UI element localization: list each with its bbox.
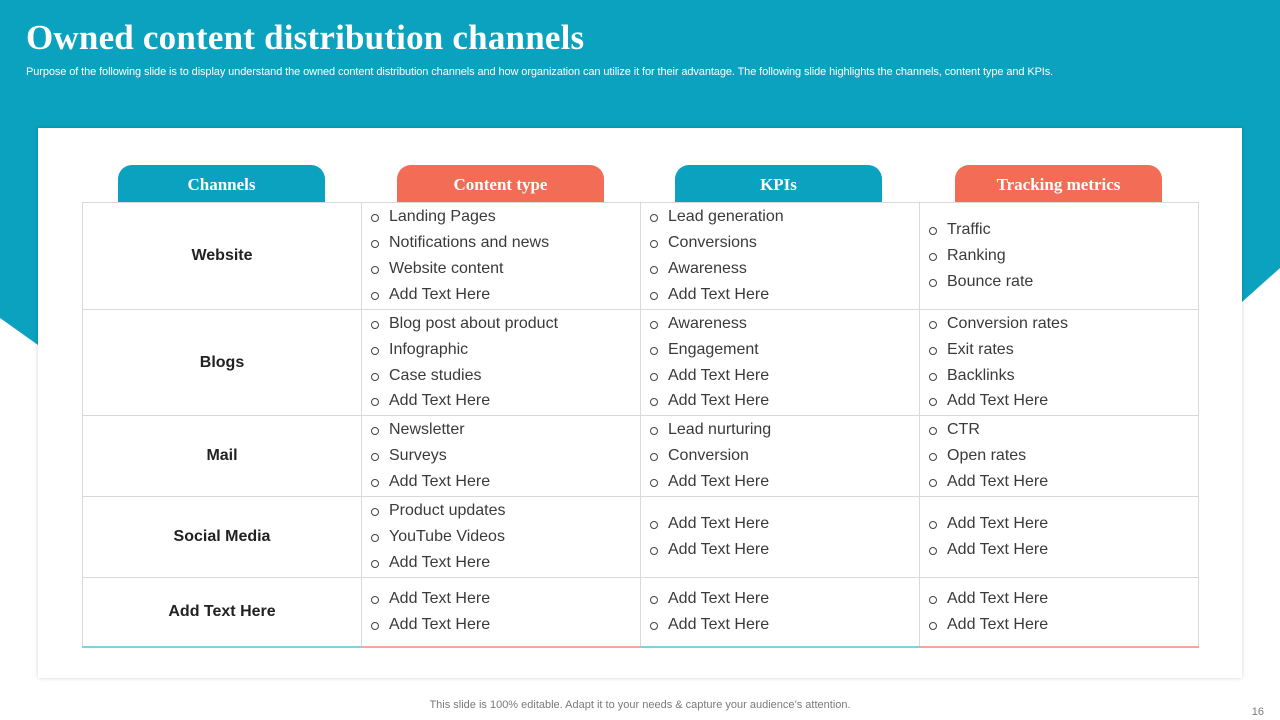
table-row: Add Text Here Add Text Here Add Text Her… [82,577,1199,648]
kpi-cell: Add Text Here Add Text Here [640,577,920,648]
content-cell: Blog post about product Infographic Case… [361,309,641,416]
content-cell: Newsletter Surveys Add Text Here [361,415,641,497]
list-item: Add Text Here [649,612,919,638]
channels-table: Website Landing Pages Notifications and … [82,202,1199,648]
metric-cell: Traffic Ranking Bounce rate [919,202,1199,310]
list-item: Exit rates [928,337,1198,363]
list-item: Add Text Here [649,537,919,563]
table-row: Mail Newsletter Surveys Add Text Here Le… [82,415,1199,497]
list-item: Add Text Here [649,388,919,414]
header-tab-content-type: Content type [397,165,604,202]
table-row: Blogs Blog post about product Infographi… [82,309,1199,416]
list-item: Awareness [649,256,919,282]
list-item: Add Text Here [649,282,919,308]
list-item: Add Text Here [649,469,919,495]
list-item: Add Text Here [370,282,640,308]
list-item: Website content [370,256,640,282]
list-item: Add Text Here [649,586,919,612]
list-item: Add Text Here [928,612,1198,638]
page-number: 16 [1251,706,1264,718]
list-item: Add Text Here [928,537,1198,563]
list-item: Backlinks [928,363,1198,389]
channel-cell: Social Media [82,496,362,578]
list-item: Add Text Here [370,550,640,576]
list-item: Conversion rates [928,311,1198,337]
metric-cell: Add Text Here Add Text Here [919,577,1199,648]
table-row: Social Media Product updates YouTube Vid… [82,496,1199,578]
channel-cell: Website [82,202,362,310]
list-item: Add Text Here [649,363,919,389]
list-item: Add Text Here [649,511,919,537]
list-item: Add Text Here [928,511,1198,537]
list-item: Add Text Here [370,586,640,612]
header-tab-tracking-metrics: Tracking metrics [955,165,1162,202]
content-cell: Landing Pages Notifications and news Web… [361,202,641,310]
content-cell: Add Text Here Add Text Here [361,577,641,648]
list-item: Conversions [649,230,919,256]
table-row: Website Landing Pages Notifications and … [82,202,1199,310]
list-item: Awareness [649,311,919,337]
footer-note: This slide is 100% editable. Adapt it to… [429,699,851,711]
list-item: Product updates [370,498,640,524]
list-item: Add Text Here [370,469,640,495]
list-item: Blog post about product [370,311,640,337]
list-item: Traffic [928,217,1198,243]
list-item: Add Text Here [928,586,1198,612]
list-item: Lead nurturing [649,417,919,443]
channel-cell: Blogs [82,309,362,416]
slide-subtitle: Purpose of the following slide is to dis… [26,66,1054,78]
list-item: Conversion [649,443,919,469]
list-item: Infographic [370,337,640,363]
list-item: Add Text Here [370,612,640,638]
channel-cell: Add Text Here [82,577,362,648]
kpi-cell: Lead nurturing Conversion Add Text Here [640,415,920,497]
list-item: Newsletter [370,417,640,443]
slide-title: Owned content distribution channels [26,18,585,57]
content-cell: Product updates YouTube Videos Add Text … [361,496,641,578]
list-item: Add Text Here [928,388,1198,414]
kpi-cell: Lead generation Conversions Awareness Ad… [640,202,920,310]
list-item: Add Text Here [370,388,640,414]
metric-cell: Conversion rates Exit rates Backlinks Ad… [919,309,1199,416]
list-item: Add Text Here [928,469,1198,495]
kpi-cell: Add Text Here Add Text Here [640,496,920,578]
list-item: CTR [928,417,1198,443]
metric-cell: Add Text Here Add Text Here [919,496,1199,578]
channel-cell: Mail [82,415,362,497]
list-item: YouTube Videos [370,524,640,550]
kpi-cell: Awareness Engagement Add Text Here Add T… [640,309,920,416]
list-item: Landing Pages [370,204,640,230]
list-item: Notifications and news [370,230,640,256]
metric-cell: CTR Open rates Add Text Here [919,415,1199,497]
list-item: Open rates [928,443,1198,469]
list-item: Lead generation [649,204,919,230]
header-tab-channels: Channels [118,165,325,202]
list-item: Ranking [928,243,1198,269]
list-item: Surveys [370,443,640,469]
list-item: Bounce rate [928,269,1198,295]
list-item: Case studies [370,363,640,389]
header-tab-kpis: KPIs [675,165,882,202]
list-item: Engagement [649,337,919,363]
